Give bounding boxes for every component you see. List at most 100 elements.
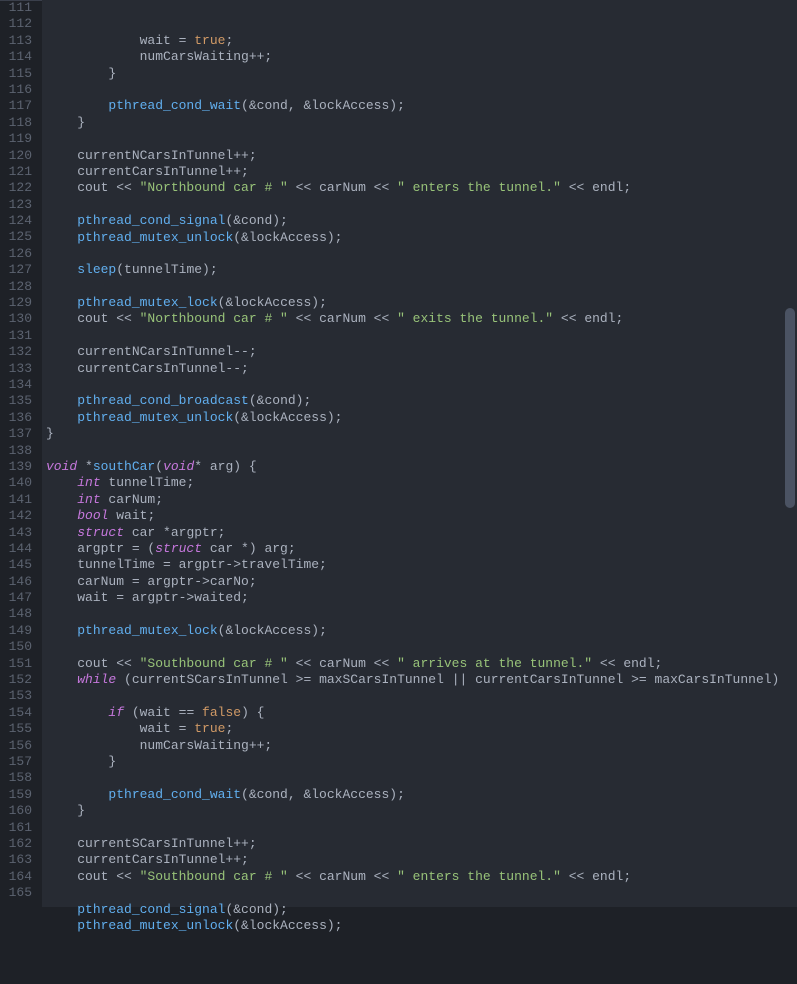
code-line[interactable]: cout << "Southbound car # " << carNum <<… (46, 869, 797, 885)
token-text: * (77, 459, 93, 474)
code-line[interactable]: int tunnelTime; (46, 475, 797, 491)
token-text: currentCarsInTunnel--; (46, 361, 249, 376)
token-str: " exits the tunnel." (397, 311, 553, 326)
token-kw: bool (77, 508, 108, 523)
code-line[interactable] (46, 885, 797, 901)
token-fn: southCar (93, 459, 155, 474)
code-line[interactable]: pthread_mutex_unlock(&lockAccess); (46, 230, 797, 246)
token-text: argptr = ( (46, 541, 155, 556)
code-line[interactable]: pthread_mutex_lock(&lockAccess); (46, 623, 797, 639)
code-line[interactable]: wait = argptr->waited; (46, 590, 797, 606)
token-text: currentNCarsInTunnel++; (46, 148, 257, 163)
code-line[interactable]: } (46, 803, 797, 819)
token-text: (currentSCarsInTunnel >= maxSCarsInTunne… (116, 672, 795, 687)
line-number: 118 (8, 115, 32, 131)
token-text: ; (225, 33, 233, 48)
code-line[interactable]: if (wait == false) { (46, 705, 797, 721)
code-line[interactable]: pthread_mutex_unlock(&lockAccess); (46, 918, 797, 934)
code-line[interactable] (46, 606, 797, 622)
code-line[interactable]: pthread_mutex_lock(&lockAccess); (46, 295, 797, 311)
code-line[interactable]: pthread_mutex_unlock(&lockAccess); (46, 410, 797, 426)
line-number: 149 (8, 623, 32, 639)
vertical-scrollbar[interactable] (783, 0, 797, 907)
token-text (46, 705, 108, 720)
code-line[interactable]: argptr = (struct car *) arg; (46, 541, 797, 557)
code-line[interactable]: pthread_cond_wait(&cond, &lockAccess); (46, 98, 797, 114)
code-line[interactable] (46, 639, 797, 655)
code-line[interactable]: pthread_cond_wait(&cond, &lockAccess); (46, 787, 797, 803)
code-line[interactable]: struct car *argptr; (46, 525, 797, 541)
line-number: 139 (8, 459, 32, 475)
code-line[interactable]: carNum = argptr->carNo; (46, 574, 797, 590)
code-line[interactable]: currentNCarsInTunnel--; (46, 344, 797, 360)
line-number: 133 (8, 361, 32, 377)
code-line[interactable]: currentCarsInTunnel++; (46, 164, 797, 180)
code-line[interactable]: } (46, 754, 797, 770)
code-line[interactable]: } (46, 66, 797, 82)
token-text: (&cond); (225, 213, 287, 228)
code-line[interactable] (46, 688, 797, 704)
code-line[interactable] (46, 770, 797, 786)
code-line[interactable]: } (46, 426, 797, 442)
code-line[interactable]: currentCarsInTunnel++; (46, 852, 797, 868)
token-kw: int (77, 475, 100, 490)
code-line[interactable]: pthread_cond_broadcast(&cond); (46, 393, 797, 409)
code-line[interactable]: } (46, 115, 797, 131)
token-text: << endl; (561, 180, 631, 195)
token-text: } (46, 426, 54, 441)
code-line[interactable] (46, 377, 797, 393)
code-line[interactable]: sleep(tunnelTime); (46, 262, 797, 278)
code-line[interactable] (46, 246, 797, 262)
token-text: } (46, 66, 116, 81)
line-number: 147 (8, 590, 32, 606)
code-line[interactable]: cout << "Northbound car # " << carNum <<… (46, 180, 797, 196)
code-line[interactable]: currentSCarsInTunnel++; (46, 836, 797, 852)
code-line[interactable]: int carNum; (46, 492, 797, 508)
code-line[interactable]: bool wait; (46, 508, 797, 524)
line-number: 129 (8, 295, 32, 311)
code-line[interactable] (46, 82, 797, 98)
code-line[interactable] (46, 328, 797, 344)
token-kw: while (77, 672, 116, 687)
code-line[interactable]: cout << "Northbound car # " << carNum <<… (46, 311, 797, 327)
code-line[interactable]: tunnelTime = argptr->travelTime; (46, 557, 797, 573)
code-line[interactable] (46, 820, 797, 836)
token-kw: int (77, 492, 100, 507)
token-text (46, 295, 77, 310)
token-kw: void (46, 459, 77, 474)
code-line[interactable]: pthread_cond_signal(&cond); (46, 902, 797, 918)
token-fn: pthread_cond_broadcast (77, 393, 249, 408)
code-line[interactable] (46, 443, 797, 459)
code-line[interactable]: numCarsWaiting++; (46, 49, 797, 65)
code-line[interactable]: cout << "Southbound car # " << carNum <<… (46, 656, 797, 672)
token-kw: void (163, 459, 194, 474)
code-line[interactable]: while (currentSCarsInTunnel >= maxSCarsI… (46, 672, 797, 688)
token-fn: sleep (77, 262, 116, 277)
token-text: (&lockAccess); (218, 295, 327, 310)
code-line[interactable]: pthread_cond_signal(&cond); (46, 213, 797, 229)
token-text (46, 410, 77, 425)
token-kw: if (108, 705, 124, 720)
token-fn: pthread_mutex_lock (77, 295, 217, 310)
code-line[interactable]: void *southCar(void* arg) { (46, 459, 797, 475)
code-line[interactable] (46, 131, 797, 147)
token-fn: pthread_cond_signal (77, 902, 225, 917)
code-line[interactable]: currentCarsInTunnel--; (46, 361, 797, 377)
token-text: ; (225, 721, 233, 736)
code-line[interactable]: currentNCarsInTunnel++; (46, 148, 797, 164)
code-area[interactable]: wait = true; numCarsWaiting++; } pthread… (42, 0, 797, 907)
line-number: 123 (8, 197, 32, 213)
code-line[interactable]: wait = true; (46, 721, 797, 737)
code-line[interactable]: numCarsWaiting++; (46, 738, 797, 754)
code-line[interactable] (46, 197, 797, 213)
token-text (46, 213, 77, 228)
line-number: 115 (8, 66, 32, 82)
token-text (46, 230, 77, 245)
vertical-scrollbar-thumb[interactable] (785, 308, 795, 508)
line-number: 114 (8, 49, 32, 65)
token-text: cout << (46, 656, 140, 671)
token-text: (&cond, &lockAccess); (241, 787, 405, 802)
code-line[interactable]: wait = true; (46, 33, 797, 49)
token-text: ) { (241, 705, 264, 720)
code-line[interactable] (46, 279, 797, 295)
